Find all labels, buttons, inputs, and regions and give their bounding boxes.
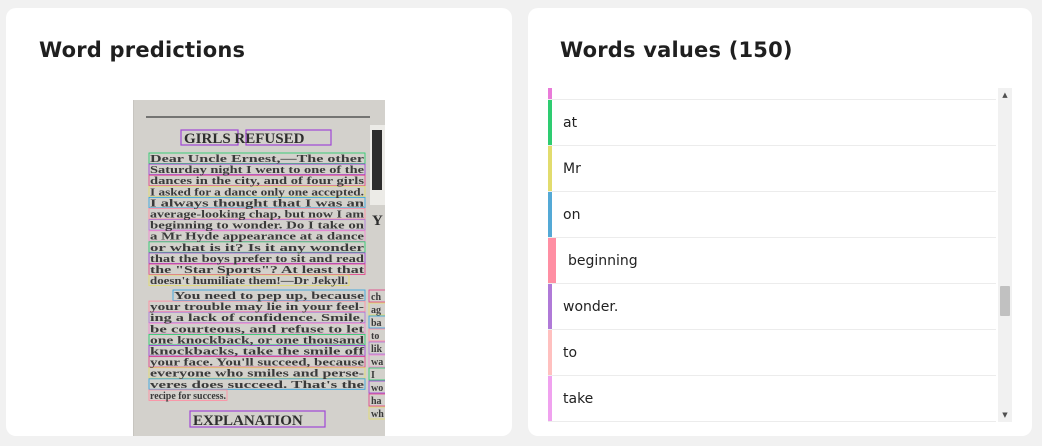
- side-fragment: wh: [371, 409, 384, 420]
- side-fragment: ag: [371, 305, 381, 316]
- document-line: dances in the city, and of four girls: [150, 176, 364, 187]
- color-bar: [548, 330, 552, 375]
- color-bar: [548, 192, 552, 237]
- color-bar: [548, 146, 552, 191]
- document-line: average-looking chap, but now I am: [150, 210, 365, 221]
- document-line: doesn't humiliate them!—Dr Jekyll.: [150, 276, 349, 287]
- word-label: wonder.: [563, 298, 619, 315]
- color-bar: [548, 100, 552, 145]
- word-predictions-panel: Word predictions GIRLS REFUSED Y ch ag ba t…: [6, 8, 512, 436]
- document-scan: GIRLS REFUSED Y ch ag ba to lik wa Iwo ha wh Dea…: [134, 100, 385, 436]
- document-line: Dear Uncle Ernest,—The other: [150, 154, 365, 165]
- side-fragment: lik: [371, 344, 383, 355]
- footer-text: EXPLANATION: [193, 413, 303, 429]
- side-fragment: ba: [371, 318, 382, 329]
- color-bar: [548, 376, 552, 421]
- words-values-panel: Words values (150) at Mr on beginning wonder…: [528, 8, 1032, 436]
- side-fragment: to: [371, 331, 379, 342]
- document-line: beginning to wonder. Do I take on: [150, 221, 365, 232]
- document-line: Saturday night I went to one of the: [150, 165, 365, 176]
- document-line: knockbacks, take the smile off: [150, 347, 365, 358]
- headline-text: GIRLS REFUSED: [184, 131, 305, 147]
- document-line: ing a lack of confidence. Smile,: [150, 313, 365, 324]
- scroll-down-arrow-icon[interactable]: ▼: [998, 408, 1012, 422]
- scrollbar-thumb[interactable]: [1000, 286, 1010, 316]
- word-label: beginning: [568, 252, 638, 269]
- svg-text:Y: Y: [372, 213, 383, 229]
- word-label: take: [563, 390, 594, 407]
- list-item[interactable]: beginning: [548, 238, 996, 284]
- document-line: your trouble may lie in your feel-: [150, 302, 364, 313]
- side-fragment: ch: [371, 292, 381, 303]
- color-bar: [548, 88, 552, 99]
- panel-title: Words values (150): [560, 38, 793, 62]
- word-label: Mr: [563, 160, 581, 177]
- list-item[interactable]: at: [548, 100, 996, 146]
- side-fragment: ha: [371, 396, 382, 407]
- word-label: at: [563, 114, 578, 131]
- document-line: or what is it? Is it any wonder: [150, 243, 365, 254]
- document-line: one knockback, or one thousand: [150, 335, 365, 346]
- list-item[interactable]: Mr: [548, 146, 996, 192]
- document-line: your face. You'll succeed, because: [150, 358, 365, 369]
- list-item[interactable]: to: [548, 330, 996, 376]
- words-list-viewport[interactable]: at Mr on beginning wonder. to take ▲ ▼: [548, 88, 1012, 422]
- document-line: veres does succeed. That's the: [150, 380, 365, 391]
- document-image: GIRLS REFUSED Y ch ag ba to lik wa Iwo ha wh Dea…: [133, 100, 385, 436]
- document-line: a Mr Hyde appearance at a dance: [150, 232, 365, 243]
- panel-title: Word predictions: [39, 38, 246, 62]
- list-item[interactable]: on: [548, 192, 996, 238]
- document-line: the "Star Sports"? At least that: [150, 265, 365, 276]
- list-item[interactable]: [548, 88, 996, 100]
- document-line: be courteous, and refuse to let: [150, 324, 365, 335]
- color-bar: [548, 284, 552, 329]
- scrollbar[interactable]: ▲ ▼: [998, 88, 1012, 422]
- side-fragment: wo: [371, 383, 383, 394]
- document-line: You need to pep up, because: [174, 291, 365, 302]
- word-label: on: [563, 206, 581, 223]
- scroll-up-arrow-icon[interactable]: ▲: [998, 88, 1012, 102]
- side-fragment: I: [371, 370, 375, 381]
- document-line: everyone who smiles and perse-: [150, 369, 364, 380]
- document-line: I always thought that I was an: [150, 198, 365, 209]
- document-line: that the boys prefer to sit and read: [150, 254, 365, 265]
- list-item[interactable]: take: [548, 376, 996, 422]
- word-label: to: [563, 344, 578, 361]
- document-line: recipe for success.: [150, 391, 226, 402]
- document-line: I asked for a dance only one accepted.: [150, 187, 365, 198]
- list-item[interactable]: wonder.: [548, 284, 996, 330]
- side-fragment: wa: [371, 357, 383, 368]
- color-bar: [548, 238, 556, 283]
- words-list: at Mr on beginning wonder. to take: [548, 88, 996, 422]
